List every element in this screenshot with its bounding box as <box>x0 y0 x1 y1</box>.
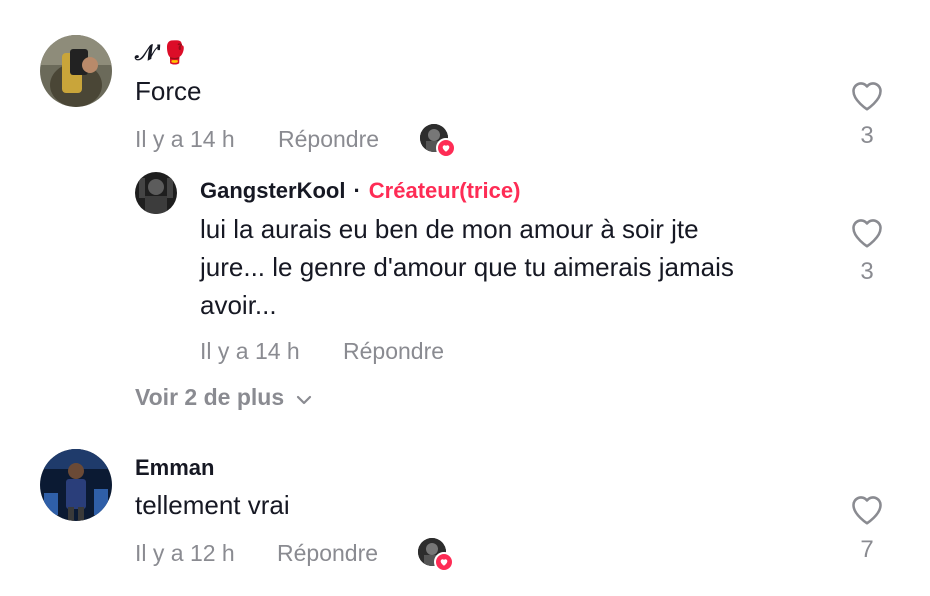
heart-badge-icon <box>434 552 454 572</box>
avatar[interactable] <box>135 172 177 214</box>
reply-button[interactable]: Répondre <box>278 126 379 153</box>
avatar[interactable] <box>40 35 112 107</box>
creator-liked-indicator <box>420 124 456 160</box>
reply-username[interactable]: GangsterKool <box>200 178 345 204</box>
reply-text-line: jure... le genre d'amour que tu aimerais… <box>200 252 734 282</box>
reply-text-line: avoir... <box>200 290 277 320</box>
reply-button[interactable]: Répondre <box>277 540 378 567</box>
like-heart-icon[interactable] <box>849 215 885 254</box>
comment-username[interactable]: 𝒩'🥊 <box>135 40 189 66</box>
creator-liked-indicator <box>418 538 454 574</box>
comment-username[interactable]: Emman <box>135 455 214 481</box>
like-heart-icon[interactable] <box>849 78 885 117</box>
comment-text: Force <box>135 76 202 106</box>
comment-timestamp: Il y a 14 h <box>135 126 235 152</box>
avatar[interactable] <box>40 449 112 521</box>
like-count: 3 <box>860 122 874 149</box>
like-heart-icon[interactable] <box>849 492 885 531</box>
comment-text: tellement vrai <box>135 490 290 520</box>
view-more-replies-button[interactable]: Voir 2 de plus <box>135 384 312 411</box>
creator-badge: Créateur(trice) <box>368 178 521 203</box>
reply-button[interactable]: Répondre <box>343 338 444 365</box>
like-count: 7 <box>860 536 874 563</box>
view-more-label: Voir 2 de plus <box>135 384 285 410</box>
reply-text-line: lui la aurais eu ben de mon amour à soir… <box>200 214 699 244</box>
comment-timestamp: Il y a 12 h <box>135 540 235 566</box>
reply-header: GangsterKool · Créateur(trice) <box>200 178 520 204</box>
heart-badge-icon <box>436 138 456 158</box>
separator-dot: · <box>353 178 361 203</box>
chevron-down-icon <box>296 384 312 411</box>
reply-text: lui la aurais eu ben de mon amour à soir… <box>200 210 734 324</box>
like-count: 3 <box>860 258 874 285</box>
reply-timestamp: Il y a 14 h <box>200 338 300 364</box>
